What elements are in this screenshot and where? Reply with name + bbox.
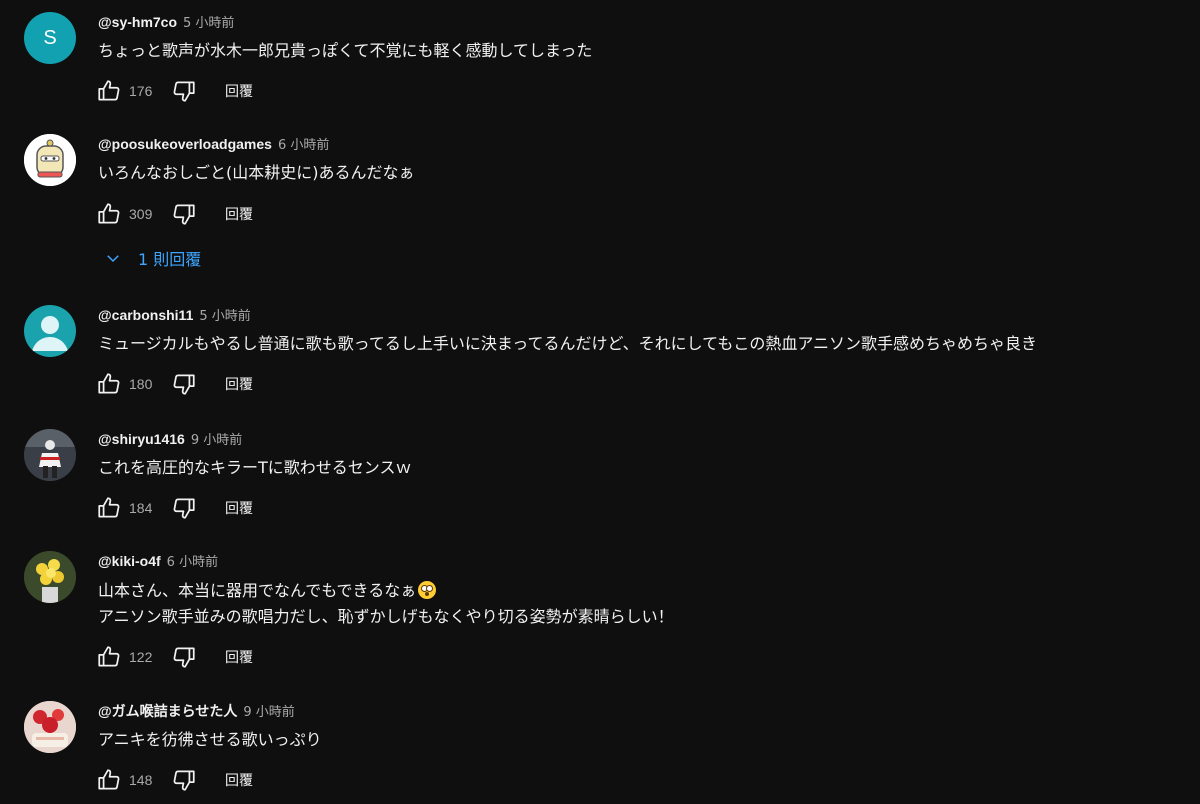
avatar-letter: S: [43, 26, 57, 49]
thumbs-down-icon: [173, 498, 195, 519]
comment-actions: 176 回覆: [94, 76, 253, 106]
comment-header: @ガム喉詰まらせた人 9 小時前: [98, 701, 295, 723]
reply-button[interactable]: 回覆: [225, 374, 253, 394]
comment-actions: 184 回覆: [94, 493, 253, 523]
avatar[interactable]: [24, 701, 76, 753]
comment-line-text: 山本さん、本当に器用でなんでもできるなぁ: [98, 581, 417, 600]
comment-line: ちょっと歌声が水木一郎兄貴っぽくて不覚にも軽く感動してしまった: [98, 41, 593, 60]
like-button[interactable]: [94, 642, 124, 672]
dislike-button[interactable]: [169, 369, 199, 399]
comment-header: @shiryu1416 9 小時前: [98, 429, 242, 451]
comment-line: アニキを彷彿させる歌いっぷり: [98, 730, 322, 749]
like-button[interactable]: [94, 369, 124, 399]
reply-button[interactable]: 回覆: [225, 204, 253, 224]
comment-line: ミュージカルもやるし普通に歌も歌ってるし上手いに決まってるんだけど、それにしても…: [98, 334, 1038, 353]
thumbs-down-icon: [173, 81, 195, 102]
person-avatar-image: [24, 429, 76, 481]
author-name[interactable]: @shiryu1416: [98, 431, 185, 447]
like-count: 122: [129, 649, 153, 665]
comment-text: 山本さん、本当に器用でなんでもできるなぁ アニソン歌手並みの歌唱力だし、恥ずかし…: [98, 578, 674, 630]
author-name[interactable]: @poosukeoverloadgames: [98, 136, 272, 152]
dislike-button[interactable]: [169, 199, 199, 229]
reply-button[interactable]: 回覆: [225, 647, 253, 667]
dislike-button[interactable]: [169, 765, 199, 795]
comment-text: いろんなおしごと(山本耕史に)あるんだなぁ: [98, 160, 415, 186]
dislike-button[interactable]: [169, 642, 199, 672]
dessert-avatar-image: [24, 701, 76, 753]
comment-header: @kiki-o4f 6 小時前: [98, 551, 218, 573]
comment-text: ちょっと歌声が水木一郎兄貴っぽくて不覚にも軽く感動してしまった: [98, 38, 592, 64]
like-button[interactable]: [94, 493, 124, 523]
flowers-avatar-image: [24, 551, 76, 603]
view-replies-button[interactable]: 1 則回覆: [98, 243, 201, 273]
thumbs-down-icon: [173, 204, 195, 225]
comment-header: @carbonshi11 5 小時前: [98, 305, 251, 327]
like-count: 184: [129, 500, 153, 516]
thumbs-up-icon: [98, 646, 120, 667]
avatar[interactable]: [24, 134, 76, 186]
like-button[interactable]: [94, 765, 124, 795]
comment-line: 山本さん、本当に器用でなんでもできるなぁ: [98, 578, 674, 604]
like-count: 309: [129, 206, 153, 222]
comment-text: これを高圧的なキラーTに歌わせるセンスｗ: [98, 455, 411, 481]
reply-button[interactable]: 回覆: [225, 498, 253, 518]
dislike-button[interactable]: [169, 493, 199, 523]
comment-actions: 148 回覆: [94, 765, 253, 795]
comment-header: @poosukeoverloadgames 6 小時前: [98, 134, 329, 156]
replies-count-label: 1 則回覆: [138, 250, 202, 269]
thumbs-up-icon: [98, 769, 120, 790]
comment-text: アニキを彷彿させる歌いっぷり: [98, 727, 322, 753]
author-name[interactable]: @ガム喉詰まらせた人: [98, 703, 237, 719]
reply-button[interactable]: 回覆: [225, 770, 253, 790]
comment-time[interactable]: 6 小時前: [278, 138, 329, 153]
flushed-face-emoji-icon: [418, 581, 437, 599]
comment-time[interactable]: 9 小時前: [243, 705, 294, 720]
like-count: 176: [129, 83, 153, 99]
avatar[interactable]: S: [24, 12, 76, 64]
thumbs-down-icon: [173, 374, 195, 395]
thumbs-up-icon: [98, 373, 120, 394]
avatar[interactable]: [24, 429, 76, 481]
author-name[interactable]: @kiki-o4f: [98, 553, 161, 569]
comment-line: いろんなおしごと(山本耕史に)あるんだなぁ: [98, 163, 415, 182]
thumbs-up-icon: [98, 80, 120, 101]
comment-line: アニソン歌手並みの歌唱力だし、恥ずかしげもなくやり切る姿勢が素晴らしい！: [98, 607, 674, 626]
comment-time[interactable]: 9 小時前: [191, 433, 242, 448]
default-user-icon: [32, 316, 68, 351]
author-name[interactable]: @sy-hm7co: [98, 14, 177, 30]
comment-actions: 309 回覆: [94, 199, 253, 229]
reply-button[interactable]: 回覆: [225, 81, 253, 101]
comment-actions: 122 回覆: [94, 642, 253, 672]
avatar[interactable]: [24, 551, 76, 603]
comments-section: S @sy-hm7co 5 小時前 ちょっと歌声が水木一郎兄貴っぽくて不覚にも軽く…: [0, 0, 1200, 804]
like-count: 180: [129, 376, 153, 392]
chevron-down-icon: [104, 249, 122, 267]
robot-avatar-image: [24, 134, 76, 186]
like-count: 148: [129, 772, 153, 788]
thumbs-up-icon: [98, 203, 120, 224]
thumbs-down-icon: [173, 770, 195, 791]
comment-time[interactable]: 6 小時前: [167, 555, 218, 570]
comment-time[interactable]: 5 小時前: [199, 309, 250, 324]
comment-actions: 180 回覆: [94, 369, 253, 399]
comment-line: これを高圧的なキラーTに歌わせるセンスｗ: [98, 458, 412, 477]
comment-time[interactable]: 5 小時前: [183, 16, 234, 31]
avatar[interactable]: [24, 305, 76, 357]
thumbs-up-icon: [98, 497, 120, 518]
dislike-button[interactable]: [169, 76, 199, 106]
like-button[interactable]: [94, 76, 124, 106]
like-button[interactable]: [94, 199, 124, 229]
comment-header: @sy-hm7co 5 小時前: [98, 12, 234, 34]
comment-text: ミュージカルもやるし普通に歌も歌ってるし上手いに決まってるんだけど、それにしても…: [98, 331, 1037, 357]
author-name[interactable]: @carbonshi11: [98, 307, 193, 323]
thumbs-down-icon: [173, 647, 195, 668]
